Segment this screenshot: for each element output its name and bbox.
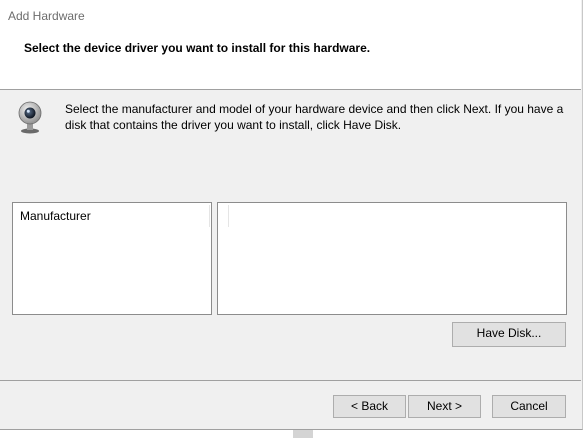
footer-divider [0, 380, 581, 381]
manufacturer-list[interactable]: Manufacturer [12, 202, 212, 315]
wizard-heading: Select the device driver you want to ins… [24, 41, 371, 55]
cancel-button[interactable]: Cancel [492, 395, 566, 418]
wizard-header: Select the device driver you want to ins… [0, 30, 581, 90]
next-button[interactable]: Next > [408, 395, 481, 418]
title-bar[interactable]: Add Hardware [0, 0, 581, 30]
add-hardware-dialog: Add Hardware Select the device driver yo… [0, 0, 583, 430]
background-window-edge [293, 430, 313, 438]
window-title: Add Hardware [8, 9, 85, 23]
model-list[interactable] [217, 202, 567, 315]
webcam-icon [18, 101, 42, 134]
instructions-text: Select the manufacturer and model of you… [65, 102, 564, 132]
column-separator [228, 205, 229, 227]
have-disk-button[interactable]: Have Disk... [452, 322, 566, 347]
manufacturer-column-header: Manufacturer [20, 209, 91, 223]
column-separator [209, 205, 210, 227]
back-button[interactable]: < Back [333, 395, 406, 418]
